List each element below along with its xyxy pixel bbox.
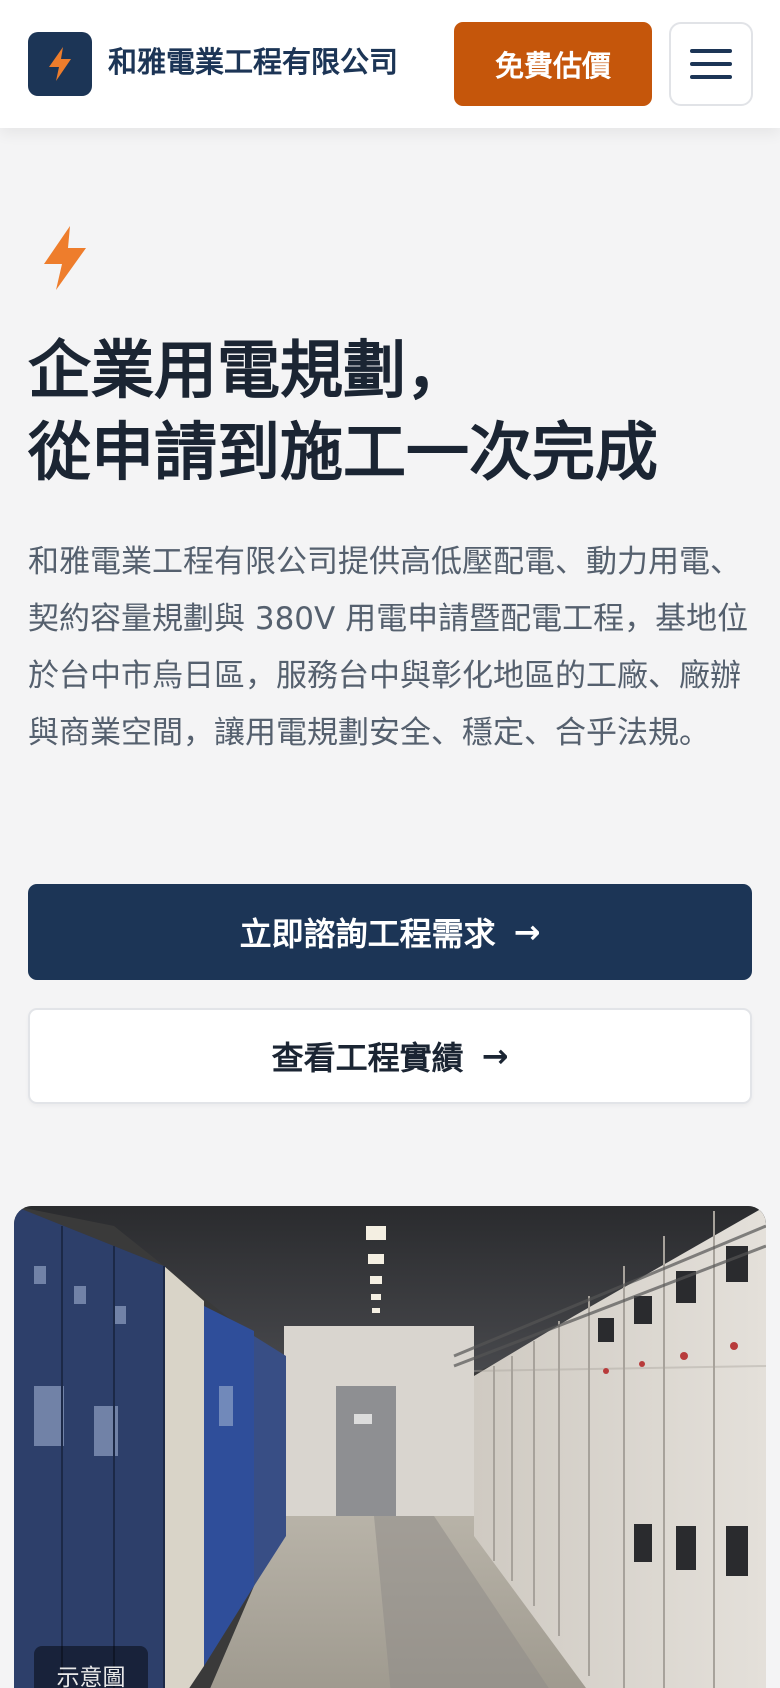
hero-title-line1: 企業用電規劃， bbox=[28, 334, 469, 407]
lightning-bolt-icon bbox=[44, 226, 86, 290]
hero-title-line2: 從申請到施工一次完成 bbox=[28, 416, 658, 489]
menu-button[interactable] bbox=[669, 22, 753, 106]
arrow-right-icon: → bbox=[513, 913, 541, 951]
logo[interactable] bbox=[28, 32, 92, 96]
brand-name[interactable]: 和雅電業工程有限公司 bbox=[108, 40, 398, 84]
switchgear-room-illustration bbox=[14, 1206, 766, 1688]
view-projects-button-label: 查看工程實績 bbox=[271, 1039, 464, 1077]
hero-image: 示意圖 bbox=[14, 1206, 766, 1688]
hamburger-menu-icon bbox=[690, 49, 732, 53]
consult-button-label: 立即諮詢工程需求 bbox=[239, 915, 496, 953]
image-caption: 示意圖 bbox=[34, 1646, 148, 1688]
hero-description: 和雅電業工程有限公司提供高低壓配電、動力用電、契約容量規劃與 380V 用電申請… bbox=[28, 544, 749, 751]
arrow-right-icon: → bbox=[481, 1037, 509, 1075]
site-header: 和雅電業工程有限公司 免費估價 bbox=[0, 0, 780, 128]
lightning-bolt-icon bbox=[49, 47, 71, 81]
free-quote-button[interactable]: 免費估價 bbox=[454, 22, 652, 106]
consult-button[interactable]: 立即諮詢工程需求 → bbox=[28, 884, 752, 980]
view-projects-button[interactable]: 查看工程實績 → bbox=[28, 1008, 752, 1104]
hero-title: 企業用電規劃， 從申請到施工一次完成 bbox=[28, 330, 768, 494]
